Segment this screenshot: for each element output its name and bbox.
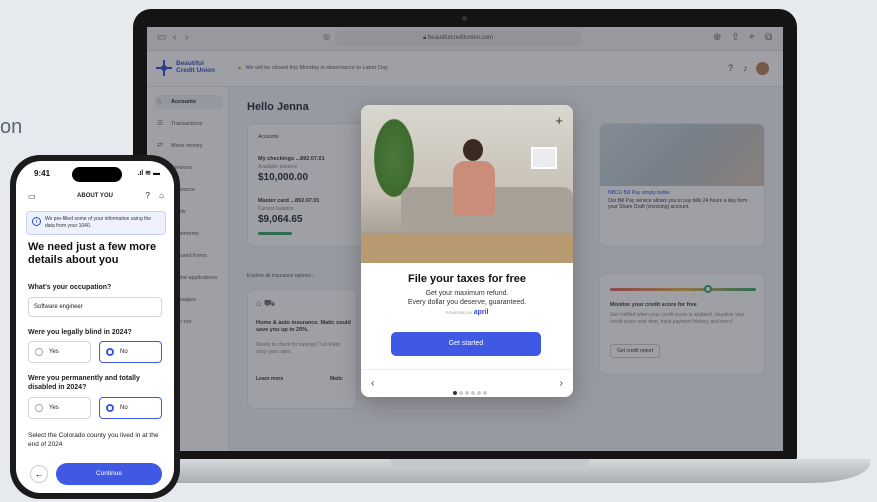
table-image [361,233,573,263]
blind-no-radio[interactable]: No [99,341,162,363]
help-icon[interactable]: ? [146,191,150,200]
page-dot[interactable] [483,391,487,395]
powered-by: POWERED BY april [361,309,573,316]
page-dot[interactable] [471,391,475,395]
wall-frame [531,147,557,169]
radio-label: No [120,405,128,411]
phone-status-bar: 9:41 .ıl ≋ ▬ [16,167,174,183]
form-heading: We need just a few more details about yo… [28,241,157,266]
laptop-base [100,459,870,483]
laptop: ▭ ‹ › ◎ 🔒︎ beautifulcreditunion.com ⊕ ⇧ … [133,9,797,461]
radio-selected-icon [106,404,114,412]
disabled-no-radio[interactable]: No [99,397,162,419]
radio-label: Yes [49,349,59,355]
continue-button[interactable]: Continue [56,463,162,485]
radio-icon [35,404,43,412]
camera-icon [462,16,467,21]
radio-icon [35,348,43,356]
modal-subtitle-line2: Every dollar you deserve, guaranteed. [407,299,527,306]
radio-label: No [120,349,128,355]
person-image [449,139,499,225]
phone-screen: 9:41 .ıl ≋ ▬ ▭ ABOUT YOU ? ⌂ i We pre-fil… [16,161,174,493]
back-button[interactable]: ← [30,465,48,483]
phone: 9:41 .ıl ≋ ▬ ▭ ABOUT YOU ? ⌂ i We pre-fil… [10,155,180,499]
powered-by-text: POWERED BY [445,310,473,315]
modal-subtitle: Get your maximum refund. Every dollar yo… [361,289,573,307]
blind-yes-radio[interactable]: Yes [28,341,91,363]
phone-footer: ← Continue [16,457,174,493]
dynamic-island [72,167,122,182]
home-icon[interactable]: ⌂ [159,191,164,200]
signal-battery-icon: .ıl ≋ ▬ [137,170,160,177]
next-icon[interactable]: › [560,378,563,389]
pagination-dots [453,382,489,397]
blind-question: Were you legally blind in 2024? [28,329,132,336]
disabled-yes-radio[interactable]: Yes [28,397,91,419]
radio-selected-icon [106,348,114,356]
prefill-info-banner: i We pre-filled some of your information … [26,211,166,235]
laptop-notch [390,459,590,469]
page-dot[interactable] [477,391,481,395]
page-dot[interactable] [453,391,457,395]
status-time: 9:41 [34,169,51,178]
modal-subtitle-line1: Get your maximum refund. [425,290,509,297]
close-icon[interactable]: + [555,113,563,128]
april-logo: april [473,309,489,316]
info-icon: i [32,217,41,226]
county-question: Select the Colorado county you lived in … [28,432,159,448]
modal-title: File your taxes for free [408,273,526,285]
disabled-question: Were you permanently and totally disable… [28,375,140,391]
modal-footer: ‹ › [361,369,573,397]
radio-label: Yes [49,405,59,411]
info-text: We pre-filled some of your information u… [45,216,152,229]
get-started-button[interactable]: Get started [391,332,541,356]
phone-page-title: ABOUT YOU [77,193,113,199]
tax-promo-modal: + File your taxes for free Get your maxi… [361,105,573,397]
occupation-input[interactable]: Software engineer [28,297,162,317]
modal-hero-image [361,105,573,263]
phone-topbar: ▭ ABOUT YOU ? ⌂ [16,189,174,205]
page-dot[interactable] [459,391,463,395]
prev-icon[interactable]: ‹ [371,378,374,389]
occupation-question: What's your occupation? [28,284,112,291]
page-dot[interactable] [465,391,469,395]
background-text-fragment: on [0,116,23,138]
laptop-screen: ▭ ‹ › ◎ 🔒︎ beautifulcreditunion.com ⊕ ⇧ … [147,27,783,451]
